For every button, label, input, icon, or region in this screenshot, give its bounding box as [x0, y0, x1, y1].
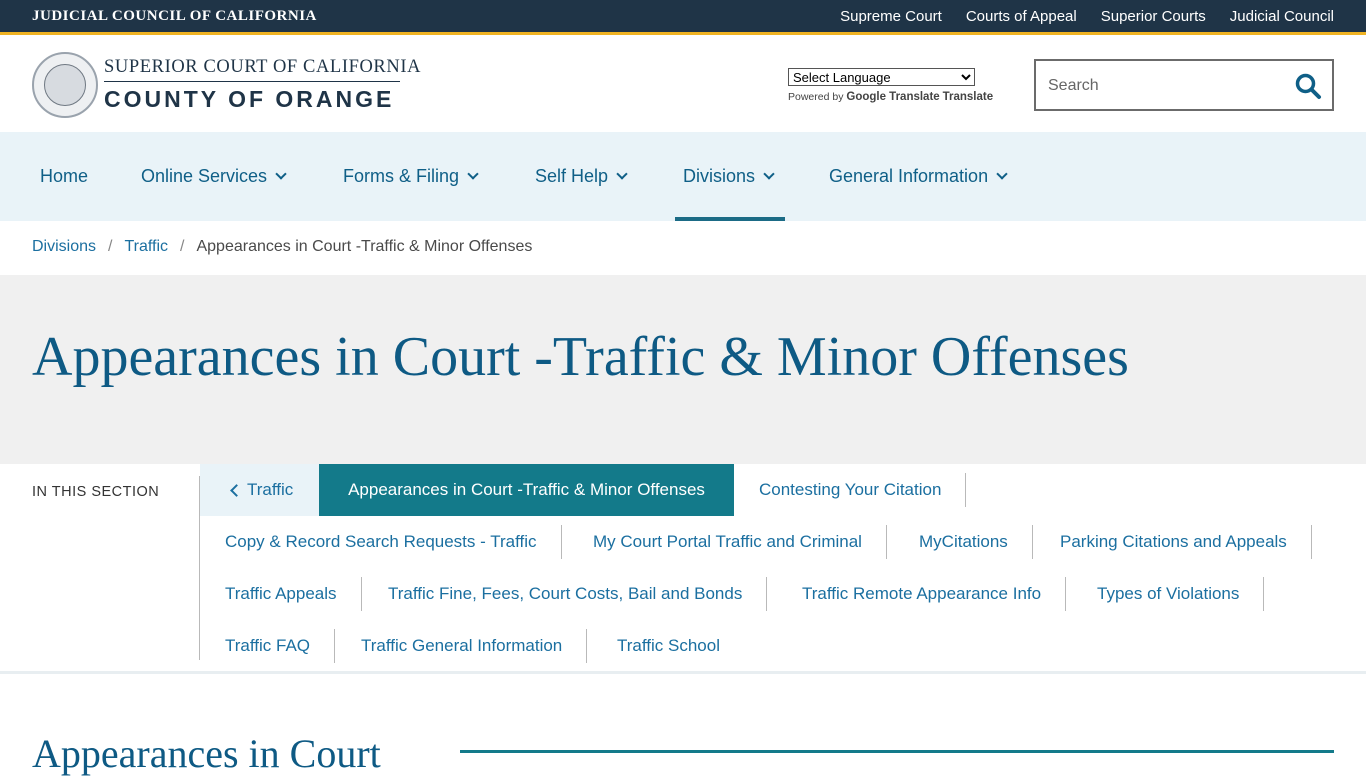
nav-general-information[interactable]: General Information	[829, 132, 1008, 221]
section-link-contesting-citation[interactable]: Contesting Your Citation	[759, 473, 967, 507]
page-hero: Appearances in Court -Traffic & Minor Of…	[0, 275, 1366, 464]
top-bar: JUDICIAL COUNCIL OF CALIFORNIA Supreme C…	[0, 0, 1366, 35]
courts-of-appeal-link[interactable]: Courts of Appeal	[966, 8, 1077, 25]
section-link-traffic-fines[interactable]: Traffic Fine, Fees, Court Costs, Bail an…	[388, 577, 768, 611]
nav-self-help[interactable]: Self Help	[535, 132, 628, 221]
chevron-down-icon	[763, 168, 775, 180]
top-links: Supreme Court Courts of Appeal Superior …	[840, 8, 1334, 25]
language-select[interactable]: Select Language	[788, 68, 975, 86]
search-box	[1034, 59, 1334, 111]
section-link-mycitations[interactable]: MyCitations	[919, 525, 1033, 559]
section-link-my-court-portal[interactable]: My Court Portal Traffic and Criminal	[593, 525, 887, 559]
section-link-traffic-general-info[interactable]: Traffic General Information	[361, 629, 588, 663]
translate-link[interactable]: Translate	[943, 91, 994, 103]
subheading-rule	[460, 750, 1334, 753]
nav-divisions[interactable]: Divisions	[674, 132, 786, 221]
breadcrumb: Divisions / Traffic / Appearances in Cou…	[32, 238, 532, 256]
section-link-traffic-faq[interactable]: Traffic FAQ	[225, 629, 336, 663]
chevron-down-icon	[467, 168, 479, 180]
section-label: IN THIS SECTION	[32, 484, 160, 500]
breadcrumb-divisions[interactable]: Divisions	[32, 238, 96, 256]
section-link-types-of-violations[interactable]: Types of Violations	[1097, 577, 1265, 611]
brand-divider	[104, 81, 400, 82]
search-icon[interactable]	[1294, 72, 1322, 100]
superior-courts-link[interactable]: Superior Courts	[1101, 8, 1206, 25]
powered-by-label: Powered by	[788, 91, 844, 103]
breadcrumb-separator: /	[108, 238, 113, 255]
seal-inner	[44, 64, 86, 106]
chevron-down-icon	[275, 168, 287, 180]
judicial-council-link[interactable]: Judicial Council	[1230, 8, 1334, 25]
powered-by: Powered by Google Translate Translate	[788, 91, 993, 103]
court-seal-logo[interactable]	[32, 52, 98, 118]
nav-label: Divisions	[683, 166, 756, 186]
breadcrumb-current: Appearances in Court -Traffic & Minor Of…	[196, 238, 533, 255]
nav-label: Self Help	[535, 166, 609, 186]
google-translate-logo: Google Translate	[846, 91, 940, 103]
chevron-down-icon	[616, 168, 628, 180]
section-link-remote-appearance[interactable]: Traffic Remote Appearance Info	[802, 577, 1067, 611]
nav-forms-filing[interactable]: Forms & Filing	[343, 132, 479, 221]
back-to-traffic-button[interactable]: Traffic	[200, 464, 319, 516]
nav-label: Forms & Filing	[343, 166, 460, 186]
in-this-section: IN THIS SECTION Traffic Appearances in C…	[0, 464, 1366, 674]
language-widget: Select Language Powered by Google Transl…	[788, 68, 993, 103]
nav-label: General Information	[829, 166, 989, 186]
nav-label: Home	[40, 166, 89, 186]
section-link-parking-citations[interactable]: Parking Citations and Appeals	[1060, 525, 1312, 559]
section-link-traffic-school[interactable]: Traffic School	[617, 629, 744, 663]
judicial-council-title[interactable]: JUDICIAL COUNCIL OF CALIFORNIA	[32, 8, 317, 25]
breadcrumb-separator: /	[180, 238, 185, 255]
section-link-copy-record-search[interactable]: Copy & Record Search Requests - Traffic	[225, 525, 562, 559]
page-title: Appearances in Court -Traffic & Minor Of…	[32, 326, 1129, 388]
chevron-left-icon	[230, 484, 243, 497]
nav-home[interactable]: Home	[40, 132, 88, 221]
main-nav: Home Online Services Forms & Filing Self…	[0, 132, 1366, 221]
search-input[interactable]	[1048, 74, 1288, 98]
current-page-item[interactable]: Appearances in Court -Traffic & Minor Of…	[319, 464, 734, 516]
nav-online-services[interactable]: Online Services	[141, 132, 287, 221]
back-label: Traffic	[247, 480, 294, 499]
breadcrumb-traffic[interactable]: Traffic	[124, 238, 168, 256]
brand-line-1[interactable]: SUPERIOR COURT OF CALIFORNIA	[104, 57, 421, 78]
nav-label: Online Services	[141, 166, 268, 186]
content-subheading: Appearances in Court	[32, 731, 381, 776]
supreme-court-link[interactable]: Supreme Court	[840, 8, 942, 25]
section-link-traffic-appeals[interactable]: Traffic Appeals	[225, 577, 362, 611]
chevron-down-icon	[996, 168, 1008, 180]
site-header: SUPERIOR COURT OF CALIFORNIA COUNTY OF O…	[0, 38, 1366, 132]
brand-line-2[interactable]: COUNTY OF ORANGE	[104, 86, 394, 113]
